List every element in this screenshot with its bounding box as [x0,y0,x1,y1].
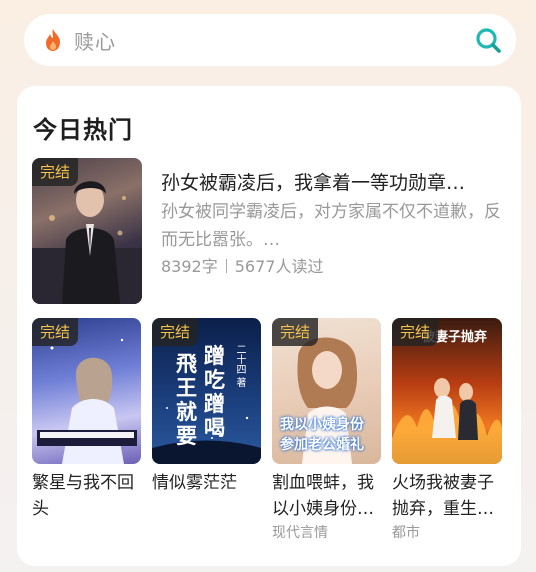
featured-meta: 8392字 5677人读过 [161,253,323,277]
status-badge: 完结 [32,158,79,186]
featured-cover[interactable]: 完结 [32,158,142,304]
hot-today-card: 今日热门 完结 孙女被霸凌后，我拿着一等功勋章… 孙女被同学霸凌后，对方家属不仅… [17,86,521,566]
status-badge: 完结 [392,318,439,346]
cover-title-char: 要 [176,424,197,448]
cover-title-line: 参加老公婚礼 [280,437,364,453]
featured-title[interactable]: 孙女被霸凌后，我拿着一等功勋章… [161,168,501,195]
book-title[interactable]: 火场我被妻子抛弃，重生… [392,470,504,522]
book-cover[interactable]: 我以小姨身份 参加老公婚礼 完结 [272,318,381,464]
book-cover[interactable]: 被妻子抛弃 完结 [392,318,502,464]
cover-title-char: 喝 [204,416,225,440]
search-bar[interactable]: 赎心 [24,14,516,66]
meta-divider [225,259,227,273]
status-badge: 完结 [272,318,319,346]
section-title: 今日热门 [33,116,133,144]
book-title[interactable]: 割血喂蚌，我以小姨身份… [272,470,384,522]
status-badge: 完结 [152,318,199,346]
flame-icon [46,29,60,51]
book-title[interactable]: 情似雾茫茫 [152,470,264,522]
book-category: 都市 [392,525,420,541]
search-icon[interactable] [474,26,502,54]
reader-count: 5677人读过 [234,257,324,276]
status-badge: 完结 [32,318,79,346]
search-input[interactable]: 赎心 [74,26,474,55]
book-cover[interactable]: 飛 王 就 要 蹭 吃 蹭 喝 二十四 著 完结 [152,318,261,464]
cover-title-line: 我以小姨身份 [280,417,364,433]
book-title[interactable]: 繁星与我不回头 [32,470,144,522]
featured-description: 孙女被同学霸凌后，对方家属不仅不道歉，反而无比嚣张。… [161,202,501,250]
book-category: 现代言情 [272,525,328,541]
word-count: 8392字 [161,257,218,276]
cover-author: 二十四 著 [234,344,245,388]
book-cover[interactable]: 完结 [32,318,141,464]
